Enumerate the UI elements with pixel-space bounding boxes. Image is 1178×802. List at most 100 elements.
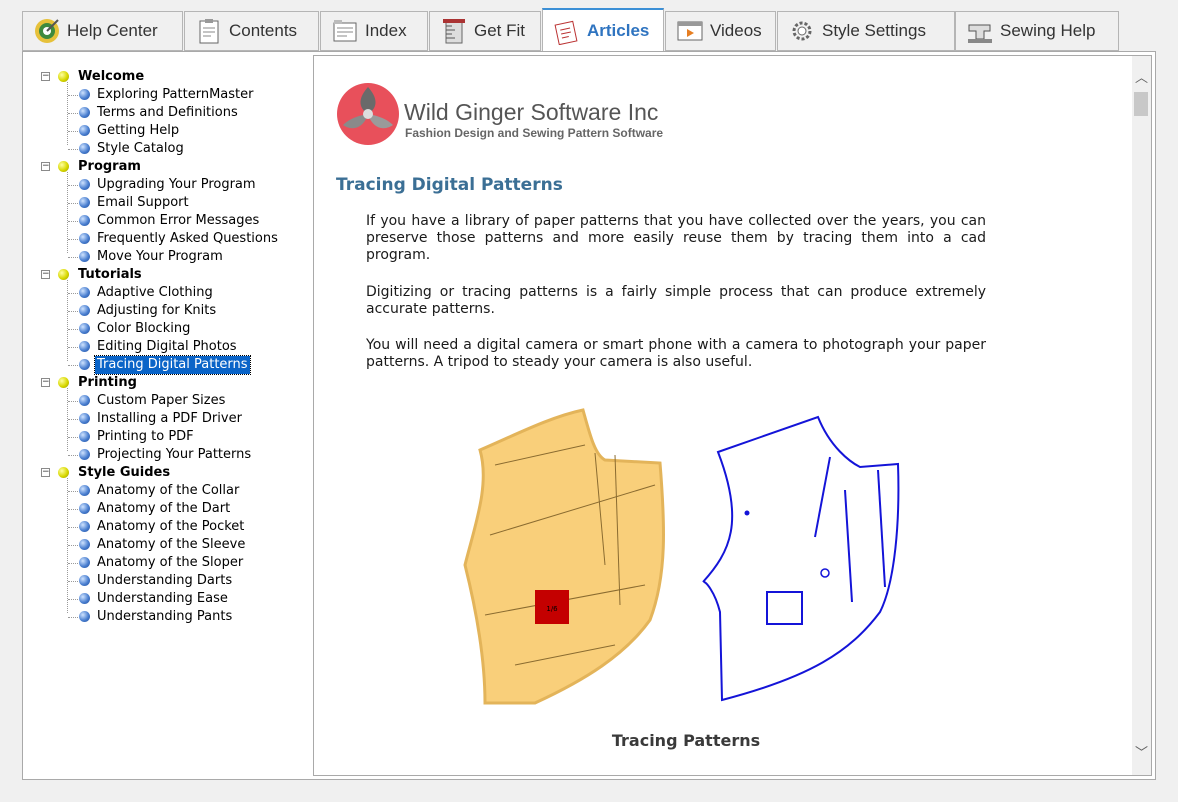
tree-connector [68, 491, 78, 492]
article-bullet-icon [79, 557, 90, 568]
article-tree: − Welcome Exploring PatternMaster Terms and… [37, 64, 313, 774]
collapse-toggle-icon[interactable]: − [41, 468, 50, 477]
tree-item-label: Understanding Ease [97, 591, 228, 606]
paragraph-2: Digitizing or tracing patterns is a fair… [366, 284, 986, 317]
paper-pattern-photo: 1/6 [463, 408, 666, 705]
tree-item-label: Exploring PatternMaster [97, 87, 254, 102]
collapse-toggle-icon[interactable]: − [41, 270, 50, 279]
tree-item-label: Style Catalog [97, 141, 184, 156]
article-bullet-icon [79, 359, 90, 370]
tree-connector [68, 95, 78, 96]
tree-item-label: Move Your Program [97, 249, 223, 264]
tab-label: Articles [587, 20, 650, 40]
article-bullet-icon [79, 503, 90, 514]
article-bullet-icon [79, 395, 90, 406]
tree-item-label: Adjusting for Knits [97, 303, 217, 318]
tab-sewing-help[interactable]: Sewing Help [955, 11, 1119, 51]
tab-articles[interactable]: Articles [542, 8, 664, 52]
folder-bullet-icon [58, 467, 69, 478]
scroll-thumb[interactable] [1134, 92, 1148, 116]
tab-label: Get Fit [474, 21, 526, 40]
tab-label: Videos [710, 21, 762, 40]
tree-connector [68, 599, 78, 600]
tree-connector [68, 401, 78, 402]
article-bullet-icon [79, 305, 90, 316]
article-title: Tracing Digital Patterns [336, 175, 563, 195]
tree-connector [68, 203, 78, 204]
tree-item-label: Anatomy of the Sleeve [97, 537, 246, 552]
tree-connector [68, 113, 78, 114]
tree-item-label: Anatomy of the Dart [97, 501, 231, 516]
tree-connector [68, 185, 78, 186]
tree-connector [68, 293, 78, 294]
tree-item-label: Adaptive Clothing [97, 285, 213, 300]
article-bullet-icon [79, 89, 90, 100]
tab-label: Sewing Help [1000, 21, 1096, 40]
article-bullet-icon [79, 431, 90, 442]
paragraph-3: You will need a digital camera or smart … [366, 337, 986, 370]
tree-connector [68, 149, 78, 150]
collapse-toggle-icon[interactable]: − [41, 72, 50, 81]
tree-connector [68, 545, 78, 546]
tab-videos[interactable]: Videos [665, 11, 776, 51]
tree-item-label: Anatomy of the Collar [97, 483, 240, 498]
tree-item-label: Getting Help [97, 123, 180, 138]
collapse-toggle-icon[interactable]: − [41, 378, 50, 387]
articles-icon [554, 20, 578, 45]
company-tagline: Fashion Design and Sewing Pattern Softwa… [405, 126, 664, 140]
tree-connector [68, 581, 78, 582]
tree-connector [68, 311, 78, 312]
article-bullet-icon [79, 215, 90, 226]
tree-group-label: Tutorials [78, 267, 142, 282]
company-name: Wild Ginger Software Inc [404, 99, 659, 125]
tree-item-label: Understanding Darts [97, 573, 233, 588]
tab-get-fit[interactable]: Get Fit [429, 11, 541, 51]
tree-item-label: Understanding Pants [97, 609, 233, 624]
tab-style-settings[interactable]: Style Settings [777, 11, 955, 51]
tab-contents[interactable]: Contents [184, 11, 319, 51]
wild-ginger-logo [337, 83, 399, 145]
tree-connector [68, 347, 78, 348]
article-bullet-icon [79, 107, 90, 118]
article-bullet-icon [79, 575, 90, 586]
tree-connector [68, 239, 78, 240]
tree-item-label: Projecting Your Patterns [97, 447, 252, 462]
article-bullet-icon [79, 125, 90, 136]
traced-pattern-drawing [702, 415, 900, 702]
article-bullet-icon [79, 179, 90, 190]
tab-index[interactable]: Index [320, 11, 428, 51]
vertical-scrollbar[interactable]: ︿ ﹀ [1132, 56, 1151, 775]
sewing-machine-icon [968, 24, 992, 43]
tree-item-label: Installing a PDF Driver [97, 411, 242, 426]
article-bullet-icon [79, 449, 90, 460]
article-bullet-icon [79, 341, 90, 352]
tree-item-label: Terms and Definitions [97, 105, 238, 120]
folder-bullet-icon [58, 161, 69, 172]
tree-connector [68, 455, 78, 456]
tab-help-center[interactable]: Help Center [22, 11, 183, 51]
article-bullet-icon [79, 413, 90, 424]
tree-connector [68, 527, 78, 528]
tree-group-label: Style Guides [78, 465, 171, 480]
tab-label: Style Settings [822, 21, 926, 40]
collapse-toggle-icon[interactable]: − [41, 162, 50, 171]
tree-connector [68, 563, 78, 564]
tree-item-label: Printing to PDF [97, 429, 194, 444]
tree-item-label: Editing Digital Photos [97, 339, 237, 354]
tree-connector [68, 437, 78, 438]
tree-item-label: Custom Paper Sizes [97, 393, 226, 408]
tree-group-label: Printing [78, 375, 137, 390]
tree-connector [68, 617, 78, 618]
photo-label: 1/6 [546, 605, 558, 613]
tree-connector [68, 509, 78, 510]
folder-bullet-icon [58, 71, 69, 82]
paragraph-1: If you have a library of paper patterns … [366, 213, 986, 263]
article-bullet-icon [79, 611, 90, 622]
target-icon [35, 19, 59, 43]
scroll-down-icon[interactable]: ﹀ [1132, 745, 1151, 762]
article-bullet-icon [79, 251, 90, 262]
tree-group-label: Program [78, 159, 141, 174]
scroll-up-icon[interactable]: ︿ [1132, 70, 1151, 87]
tree-item-label: Color Blocking [97, 321, 191, 336]
article-bullet-icon [79, 197, 90, 208]
